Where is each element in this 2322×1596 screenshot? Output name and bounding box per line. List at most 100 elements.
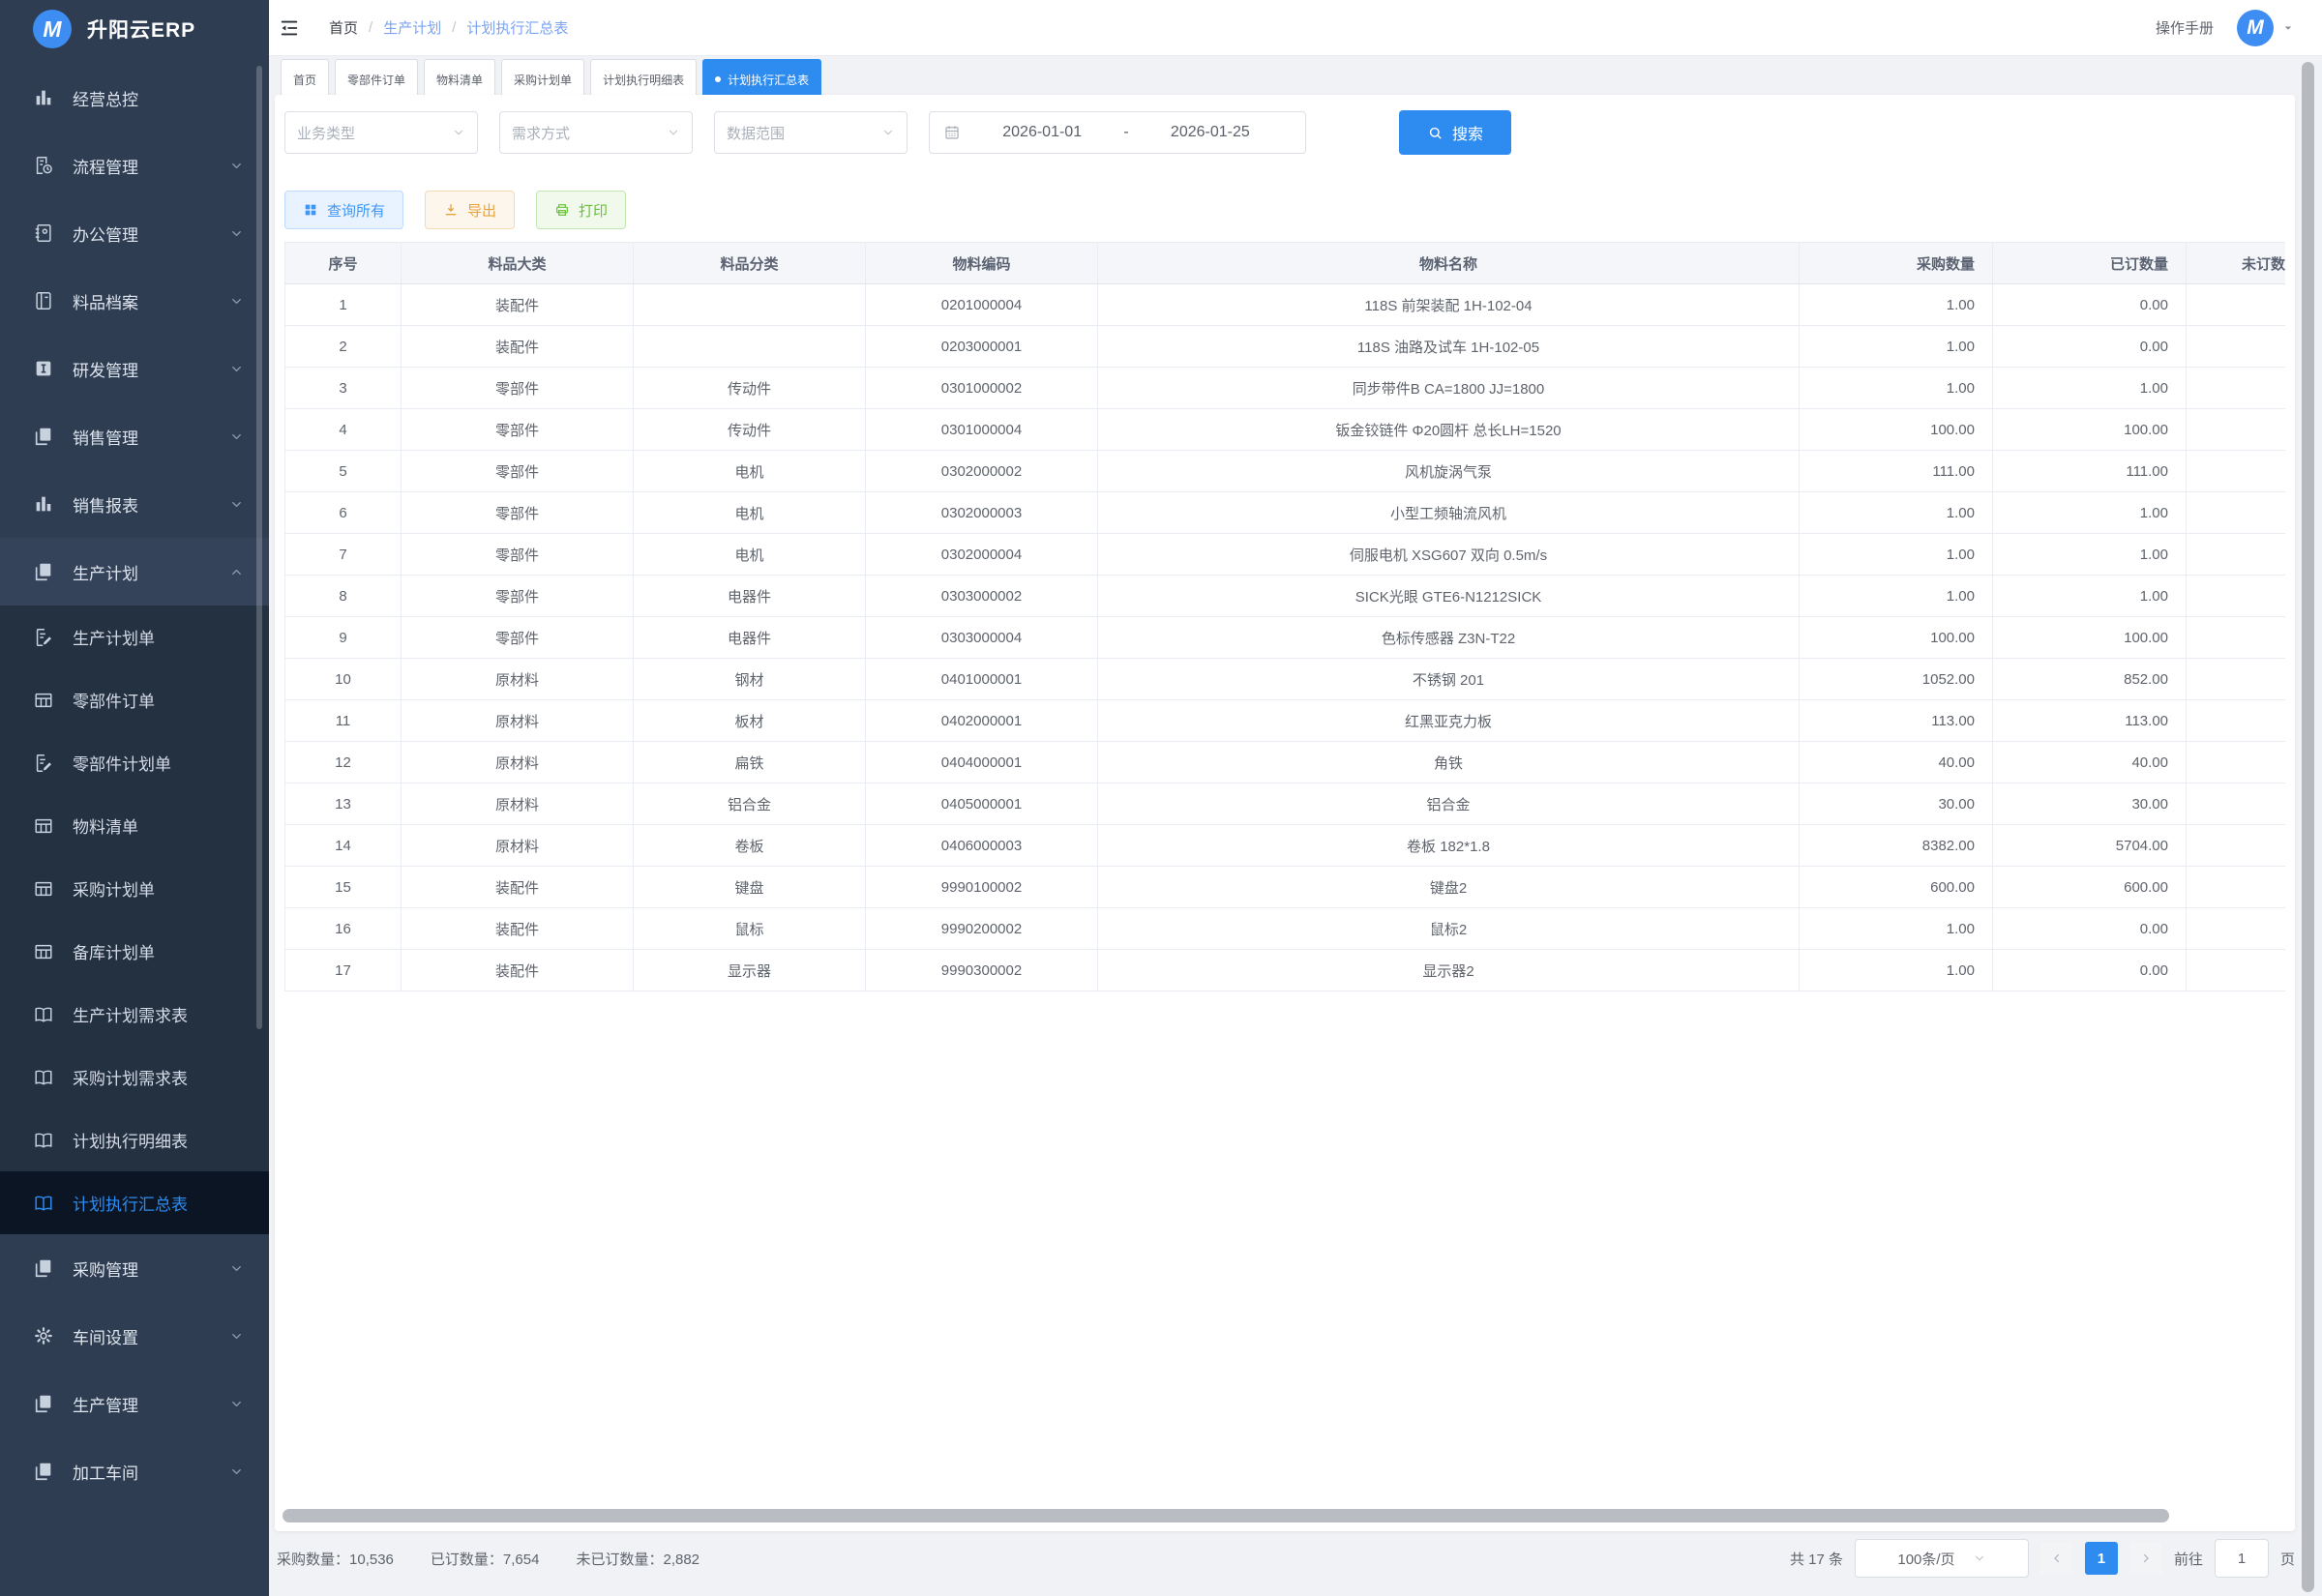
sidebar-scrollbar-thumb[interactable] bbox=[256, 66, 262, 1029]
export-button[interactable]: 导出 bbox=[425, 191, 515, 229]
table-cell bbox=[2187, 576, 2286, 617]
business-type-select[interactable]: 业务类型 bbox=[284, 111, 478, 154]
date-range-picker[interactable]: 2026-01-01 - 2026-01-25 bbox=[929, 111, 1306, 154]
sidebar-item-purchase-plan-demand[interactable]: 采购计划需求表 bbox=[0, 1046, 269, 1108]
chevron-down-icon bbox=[229, 497, 244, 512]
sidebar-item-stock-plan-order[interactable]: 备库计划单 bbox=[0, 920, 269, 983]
table-cell: 0401000001 bbox=[866, 659, 1098, 700]
goto-page-input[interactable] bbox=[2215, 1539, 2269, 1578]
sidebar-item-sales-reports[interactable]: 销售报表 bbox=[0, 470, 269, 538]
summary-label: 采购数量： bbox=[277, 1552, 349, 1568]
sidebar-item-rd-mgmt[interactable]: 研发管理 bbox=[0, 335, 269, 402]
next-page-button[interactable] bbox=[2129, 1542, 2162, 1575]
sidebar-item-machining-workshop[interactable]: 加工车间 bbox=[0, 1437, 269, 1505]
table-cell: 30.00 bbox=[1993, 783, 2187, 825]
table-cell: 1.00 bbox=[1800, 908, 1993, 950]
tab-home[interactable]: 首页 bbox=[281, 59, 329, 100]
sidebar-item-sales-mgmt[interactable]: 销售管理 bbox=[0, 402, 269, 470]
table-cell: 113.00 bbox=[1800, 700, 1993, 742]
sidebar-item-label: 生产计划单 bbox=[73, 625, 155, 649]
sidebar-item-bom-list[interactable]: 物料清单 bbox=[0, 794, 269, 857]
table-cell: 15 bbox=[285, 867, 402, 908]
prev-page-button[interactable] bbox=[2040, 1542, 2073, 1575]
sidebar-item-process-mgmt[interactable]: 流程管理 bbox=[0, 132, 269, 199]
table-cell: 3 bbox=[285, 368, 402, 409]
printer-icon bbox=[554, 202, 570, 218]
arrow-right-icon bbox=[2139, 1552, 2153, 1565]
summary-totals: 采购数量：10,536已订数量：7,654未已订数量：2,882 bbox=[277, 1549, 700, 1569]
tab-plan-exec-summary[interactable]: 计划执行汇总表 bbox=[702, 59, 821, 100]
archive-icon bbox=[33, 290, 54, 311]
query-all-button[interactable]: 查询所有 bbox=[284, 191, 403, 229]
sidebar-item-production-mgmt[interactable]: 生产管理 bbox=[0, 1370, 269, 1437]
demand-mode-select[interactable]: 需求方式 bbox=[499, 111, 693, 154]
breadcrumb-home[interactable]: 首页 bbox=[329, 17, 358, 38]
sidebar-item-production-plan[interactable]: 生产计划 bbox=[0, 538, 269, 606]
column-header: 料品分类 bbox=[634, 243, 866, 284]
table-cell bbox=[2187, 409, 2286, 451]
table-icon bbox=[33, 941, 54, 962]
table-cell: 鼠标 bbox=[634, 908, 866, 950]
table-cell: 40.00 bbox=[1800, 742, 1993, 783]
table-cell: 1052.00 bbox=[1800, 659, 1993, 700]
column-header: 料品大类 bbox=[402, 243, 634, 284]
app-logo: M 升阳云ERP bbox=[0, 0, 269, 58]
print-button[interactable]: 打印 bbox=[536, 191, 626, 229]
sidebar-item-label: 采购计划单 bbox=[73, 876, 155, 901]
table-cell: 9990100002 bbox=[866, 867, 1098, 908]
sidebar-item-parts-plan-order[interactable]: 零部件计划单 bbox=[0, 731, 269, 794]
tab-parts-order[interactable]: 零部件订单 bbox=[335, 59, 418, 100]
date-start-input[interactable]: 2026-01-01 bbox=[961, 124, 1123, 141]
chevron-down-icon bbox=[452, 126, 465, 139]
date-end-input[interactable]: 2026-01-25 bbox=[1129, 124, 1292, 141]
logo-icon: M bbox=[33, 10, 72, 48]
sidebar-item-production-plan-order[interactable]: 生产计划单 bbox=[0, 606, 269, 668]
table-cell: 10 bbox=[285, 659, 402, 700]
sidebar-item-label: 计划执行汇总表 bbox=[73, 1191, 188, 1215]
table-cell: 5704.00 bbox=[1993, 825, 2187, 867]
tab-purchase-plan-order[interactable]: 采购计划单 bbox=[501, 59, 584, 100]
menu-fold-icon[interactable] bbox=[279, 17, 300, 39]
sidebar-item-plan-exec-detail[interactable]: 计划执行明细表 bbox=[0, 1108, 269, 1171]
table-row: 1装配件0201000004118S 前架装配 1H-102-041.000.0… bbox=[285, 284, 2286, 326]
sidebar-item-workshop-settings[interactable]: 车间设置 bbox=[0, 1302, 269, 1370]
avatar[interactable]: M bbox=[2237, 10, 2274, 46]
copy-doc-icon bbox=[33, 1393, 54, 1414]
table-cell: 16 bbox=[285, 908, 402, 950]
data-range-select[interactable]: 数据范围 bbox=[714, 111, 908, 154]
table-cell: 电机 bbox=[634, 451, 866, 492]
summary-value: 7,654 bbox=[503, 1552, 540, 1568]
breadcrumb-production-plan[interactable]: 生产计划 bbox=[383, 17, 441, 38]
page-1-button[interactable]: 1 bbox=[2085, 1542, 2118, 1575]
copy-doc-icon bbox=[33, 426, 54, 447]
horizontal-scrollbar bbox=[283, 1509, 2287, 1522]
tab-plan-exec-detail[interactable]: 计划执行明细表 bbox=[590, 59, 697, 100]
table-cell: 600.00 bbox=[1800, 867, 1993, 908]
tab-label: 零部件订单 bbox=[347, 72, 405, 88]
horizontal-scrollbar-thumb[interactable] bbox=[283, 1509, 2169, 1522]
table-cell: 装配件 bbox=[402, 950, 634, 991]
sidebar-item-purchase-mgmt[interactable]: 采购管理 bbox=[0, 1234, 269, 1302]
chevron-down-icon bbox=[881, 126, 895, 139]
table-cell: 1.00 bbox=[1800, 492, 1993, 534]
caret-down-icon[interactable] bbox=[2281, 21, 2295, 35]
sidebar-item-business-overview[interactable]: 经营总控 bbox=[0, 64, 269, 132]
table-cell: 9990200002 bbox=[866, 908, 1098, 950]
tab-bom-list[interactable]: 物料清单 bbox=[424, 59, 495, 100]
search-button[interactable]: 搜索 bbox=[1399, 110, 1511, 155]
sidebar-item-plan-exec-summary[interactable]: 计划执行汇总表 bbox=[0, 1171, 269, 1234]
sidebar-item-material-archives[interactable]: 料品档案 bbox=[0, 267, 269, 335]
table-cell: 8 bbox=[285, 576, 402, 617]
table-row: 11原材料板材0402000001红黑亚克力板113.00113.00 bbox=[285, 700, 2286, 742]
bottom-bar: 采购数量：10,536已订数量：7,654未已订数量：2,882 共 17 条 … bbox=[277, 1536, 2295, 1581]
table-row: 5零部件电机0302000002风机旋涡气泵111.00111.00 bbox=[285, 451, 2286, 492]
manual-link[interactable]: 操作手册 bbox=[2156, 17, 2214, 38]
table-cell: 风机旋涡气泵 bbox=[1098, 451, 1800, 492]
sidebar-item-parts-order[interactable]: 零部件订单 bbox=[0, 668, 269, 731]
chevron-down-icon bbox=[229, 1261, 244, 1276]
sidebar-item-purchase-plan-order[interactable]: 采购计划单 bbox=[0, 857, 269, 920]
page-size-select[interactable]: 100条/页 bbox=[1855, 1539, 2029, 1578]
sidebar-item-production-plan-demand[interactable]: 生产计划需求表 bbox=[0, 983, 269, 1046]
sidebar-item-office-mgmt[interactable]: 办公管理 bbox=[0, 199, 269, 267]
vertical-scrollbar-thumb[interactable] bbox=[2302, 62, 2314, 1592]
